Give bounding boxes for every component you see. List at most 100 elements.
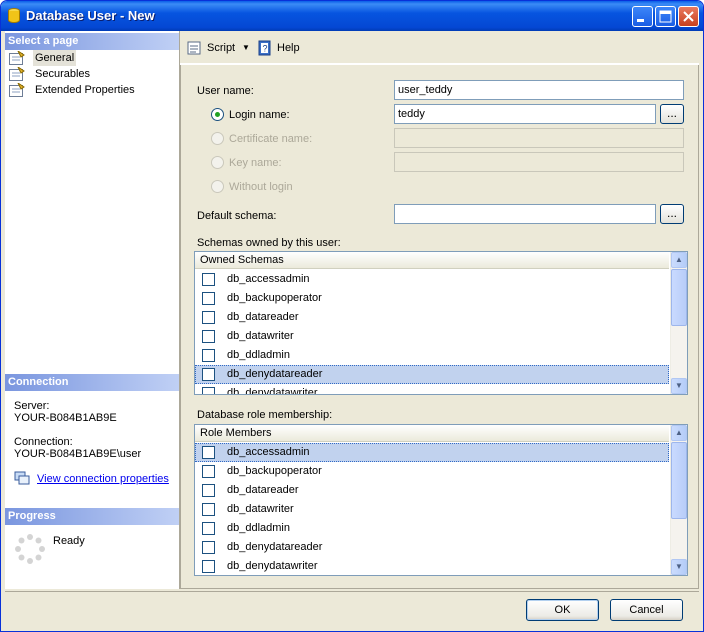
connection-header: Connection xyxy=(5,374,179,391)
login-name-label: Login name: xyxy=(229,109,290,121)
maximize-button[interactable] xyxy=(655,6,676,27)
scroll-up-arrow-icon[interactable]: ▲ xyxy=(671,425,687,441)
role-members-header[interactable]: Role Members xyxy=(195,425,669,442)
certificate-name-label: Certificate name: xyxy=(229,133,313,145)
default-schema-browse-button[interactable]: ... xyxy=(660,204,684,224)
connection-value: YOUR-B084B1AB9E\user xyxy=(14,448,142,460)
list-item[interactable]: db_ddladmin xyxy=(195,346,669,365)
scroll-down-arrow-icon[interactable]: ▼ xyxy=(671,559,687,575)
server-value: YOUR-B084B1AB9E xyxy=(14,412,117,424)
general-page-content: User name: user_teddy Login name: teddy … xyxy=(180,65,699,589)
list-item[interactable]: db_ddladmin xyxy=(195,519,669,538)
role-membership-label: Database role membership: xyxy=(197,409,333,421)
default-schema-label: Default schema: xyxy=(197,210,277,222)
owned-schema-name: db_denydatawriter xyxy=(227,387,318,395)
user-name-label: User name: xyxy=(197,85,254,97)
page-settings-icon xyxy=(9,83,25,97)
role-member-checkbox[interactable] xyxy=(202,484,215,497)
role-members-list[interactable]: Role Members db_accessadmin db_backupope… xyxy=(194,424,688,576)
certificate-name-input[interactable] xyxy=(394,128,684,148)
list-item[interactable]: db_backupoperator xyxy=(195,462,669,481)
role-members-scrollbar[interactable]: ▲ ▼ xyxy=(670,425,687,575)
help-icon: ? xyxy=(258,40,271,56)
list-item[interactable]: db_accessadmin xyxy=(195,270,669,289)
toolbar: Script ▼ ? Help xyxy=(180,31,699,64)
ok-button[interactable]: OK xyxy=(526,599,599,621)
owned-schemas-list[interactable]: Owned Schemas db_accessadmin db_backupop… xyxy=(194,251,688,395)
scroll-thumb[interactable] xyxy=(671,269,687,326)
script-button[interactable]: Script ▼ xyxy=(186,40,256,56)
server-label: Server: xyxy=(14,400,50,412)
window-title: Database User - New xyxy=(26,8,155,23)
owned-schema-checkbox[interactable] xyxy=(202,349,215,362)
left-pane: Select a page General Securables Extende… xyxy=(5,31,180,589)
user-name-input[interactable]: user_teddy xyxy=(394,80,684,100)
role-member-name: db_datawriter xyxy=(227,503,294,515)
owned-schema-checkbox[interactable] xyxy=(202,330,215,343)
role-member-name: db_backupoperator xyxy=(227,465,322,477)
list-item[interactable]: db_backupoperator xyxy=(195,289,669,308)
owned-schema-name: db_datareader xyxy=(227,311,299,323)
role-member-name: db_datareader xyxy=(227,484,299,496)
chevron-down-icon[interactable]: ▼ xyxy=(242,40,250,56)
maximize-icon xyxy=(659,10,672,23)
select-page-header: Select a page xyxy=(5,33,179,50)
owned-schema-name: db_denydatareader xyxy=(227,368,323,380)
title-bar[interactable]: Database User - New xyxy=(1,1,703,31)
key-name-radio[interactable] xyxy=(211,156,224,169)
list-item[interactable]: db_datawriter xyxy=(195,500,669,519)
connection-label: Connection: xyxy=(14,436,73,448)
progress-status: Ready xyxy=(53,535,85,547)
list-item[interactable]: db_datareader xyxy=(195,308,669,327)
close-icon xyxy=(683,11,694,22)
login-name-input[interactable]: teddy xyxy=(394,104,656,124)
role-member-checkbox[interactable] xyxy=(202,446,215,459)
list-item[interactable]: db_denydatawriter xyxy=(195,557,669,575)
list-item[interactable]: db_accessadmin xyxy=(195,443,669,462)
owned-schema-name: db_ddladmin xyxy=(227,349,290,361)
default-schema-input[interactable] xyxy=(394,204,656,224)
list-item[interactable]: db_datawriter xyxy=(195,327,669,346)
minimize-button[interactable] xyxy=(632,6,653,27)
owned-schemas-header[interactable]: Owned Schemas xyxy=(195,252,669,269)
role-member-checkbox[interactable] xyxy=(202,541,215,554)
owned-schema-checkbox[interactable] xyxy=(202,292,215,305)
owned-schema-checkbox[interactable] xyxy=(202,387,215,394)
owned-schema-name: db_backupoperator xyxy=(227,292,322,304)
scroll-down-arrow-icon[interactable]: ▼ xyxy=(671,378,687,394)
owned-schemas-scrollbar[interactable]: ▲ ▼ xyxy=(670,252,687,394)
role-member-name: db_denydatawriter xyxy=(227,560,318,572)
role-member-checkbox[interactable] xyxy=(202,560,215,573)
role-member-checkbox[interactable] xyxy=(202,503,215,516)
certificate-name-radio[interactable] xyxy=(211,132,224,145)
script-label: Script xyxy=(207,42,236,54)
list-item[interactable]: db_denydatareader xyxy=(195,365,669,384)
key-name-input[interactable] xyxy=(394,152,684,172)
without-login-radio[interactable] xyxy=(211,180,224,193)
role-member-name: db_accessadmin xyxy=(227,446,310,458)
login-name-browse-button[interactable]: ... xyxy=(660,104,684,124)
page-settings-icon xyxy=(9,51,25,65)
role-member-checkbox[interactable] xyxy=(202,522,215,535)
database-icon xyxy=(8,8,20,23)
scroll-thumb[interactable] xyxy=(671,442,687,519)
help-button[interactable]: ? Help xyxy=(256,40,306,56)
view-connection-properties-link[interactable]: View connection properties xyxy=(37,473,169,485)
cancel-button[interactable]: Cancel xyxy=(610,599,683,621)
owned-schema-checkbox[interactable] xyxy=(202,311,215,324)
list-item[interactable]: db_denydatareader xyxy=(195,538,669,557)
radio-selected-dot xyxy=(215,112,220,117)
role-member-name: db_denydatareader xyxy=(227,541,323,553)
page-extended-properties-label: Extended Properties xyxy=(35,84,135,96)
login-name-radio[interactable] xyxy=(211,108,224,121)
close-button[interactable] xyxy=(678,6,699,27)
owned-schema-checkbox[interactable] xyxy=(202,273,215,286)
role-member-checkbox[interactable] xyxy=(202,465,215,478)
list-item[interactable]: db_datareader xyxy=(195,481,669,500)
main-pane: Script ▼ ? Help User name: user_teddy Lo… xyxy=(180,31,699,589)
scroll-up-arrow-icon[interactable]: ▲ xyxy=(671,252,687,268)
key-name-label: Key name: xyxy=(229,157,282,169)
list-item[interactable]: db_denydatawriter xyxy=(195,384,669,395)
owned-schema-checkbox[interactable] xyxy=(202,368,215,381)
database-user-window: Database User - New Select a page Genera… xyxy=(0,0,704,632)
